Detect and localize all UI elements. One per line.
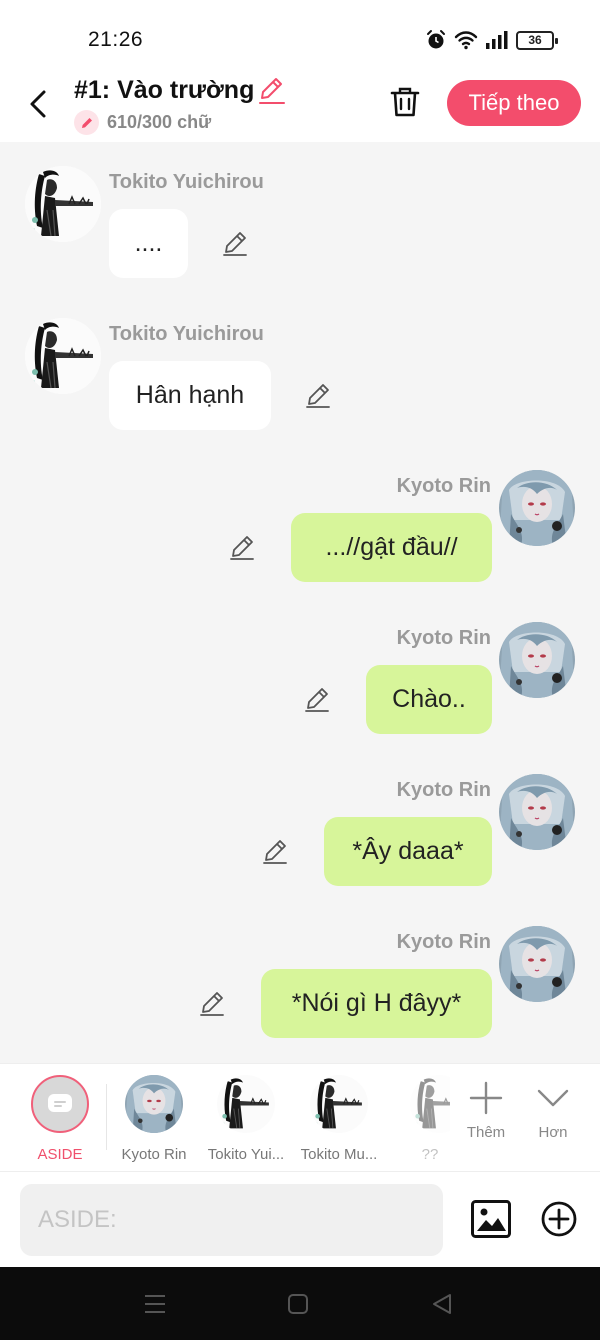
alarm-icon bbox=[427, 30, 445, 49]
wifi-icon bbox=[454, 31, 478, 50]
chapter-title: #1: Vào trường bbox=[74, 76, 255, 104]
sender-name: Kyoto Rin bbox=[396, 627, 491, 649]
chevron-down-icon bbox=[537, 1089, 569, 1107]
avatar[interactable] bbox=[499, 470, 575, 546]
word-count-row: 610/300 chữ bbox=[74, 110, 211, 135]
avatar[interactable] bbox=[499, 926, 575, 1002]
status-bar: 21:26 36 bbox=[0, 0, 600, 72]
avatar[interactable] bbox=[25, 318, 101, 394]
menu-icon bbox=[145, 1295, 165, 1313]
plus-icon bbox=[469, 1081, 503, 1115]
picker-item-label: Tokito Mu... bbox=[300, 1146, 378, 1163]
input-bar bbox=[0, 1171, 600, 1267]
avatar bbox=[217, 1075, 275, 1133]
more-label: Thêm bbox=[466, 1124, 506, 1141]
sender-name: Kyoto Rin bbox=[396, 475, 491, 497]
home-nav-button[interactable] bbox=[283, 1289, 313, 1319]
chat-area[interactable]: Tokito Yuichirou .... Tokito Yuichirou H… bbox=[0, 142, 600, 1063]
battery-icon: 36 bbox=[516, 30, 558, 50]
message-bubble[interactable]: *Nói gì H đâyy* bbox=[261, 969, 492, 1038]
picker-item-label: ?? bbox=[421, 1146, 439, 1163]
expand-button[interactable]: Hơn bbox=[530, 1064, 576, 1172]
status-icons: 36 bbox=[425, 28, 558, 52]
system-nav-bar bbox=[0, 1267, 600, 1340]
plus-circle-icon bbox=[541, 1201, 577, 1237]
home-square-icon bbox=[288, 1294, 308, 1314]
add-button[interactable] bbox=[540, 1200, 578, 1238]
back-nav-button[interactable] bbox=[427, 1289, 457, 1319]
message-bubble[interactable]: ...//gật đầu// bbox=[291, 513, 492, 582]
chevron-left-icon bbox=[30, 90, 46, 118]
message-bubble[interactable]: *Ây daaa* bbox=[324, 817, 492, 886]
sender-name: Tokito Yuichirou bbox=[109, 171, 264, 193]
aside-icon bbox=[31, 1075, 89, 1133]
picker-item-tokito-mu[interactable]: Tokito Mu... bbox=[299, 1064, 379, 1172]
edit-message-icon[interactable] bbox=[260, 836, 290, 866]
message-bubble[interactable]: Hân hạnh bbox=[109, 361, 271, 430]
sender-name: Tokito Yuichirou bbox=[109, 323, 264, 345]
picker-item-tokito-yui[interactable]: Tokito Yui... bbox=[206, 1064, 286, 1172]
sender-name: Kyoto Rin bbox=[396, 779, 491, 801]
triangle-back-icon bbox=[433, 1294, 451, 1314]
word-count: 610/300 chữ bbox=[107, 112, 212, 132]
picker-item-label: Tokito Yui... bbox=[207, 1146, 285, 1163]
delete-button[interactable] bbox=[386, 82, 424, 122]
menu-nav-button[interactable] bbox=[140, 1289, 170, 1319]
avatar bbox=[410, 1075, 450, 1133]
signal-icon bbox=[486, 31, 508, 49]
next-button[interactable]: Tiếp theo bbox=[447, 80, 581, 126]
edit-message-icon[interactable] bbox=[227, 532, 257, 562]
aside-label: ASIDE bbox=[37, 1146, 83, 1163]
message-bubble[interactable]: .... bbox=[109, 209, 188, 278]
trash-icon bbox=[390, 87, 420, 117]
more-characters-button[interactable]: Thêm bbox=[462, 1064, 510, 1172]
picker-item-aside[interactable]: ASIDE bbox=[30, 1064, 90, 1172]
edit-message-icon[interactable] bbox=[197, 988, 227, 1018]
aside-input[interactable] bbox=[20, 1184, 443, 1256]
edit-message-icon[interactable] bbox=[220, 228, 250, 258]
pencil-icon bbox=[259, 78, 285, 104]
editor-header: #1: Vào trường 610/300 chữ Tiếp theo bbox=[0, 72, 600, 142]
expand-label: Hơn bbox=[538, 1124, 568, 1141]
picker-item-label: Kyoto Rin bbox=[121, 1146, 187, 1163]
sender-name: Kyoto Rin bbox=[396, 931, 491, 953]
pencil-badge-icon bbox=[74, 110, 99, 135]
edit-title-button[interactable] bbox=[256, 76, 288, 106]
message-bubble[interactable]: Chào.. bbox=[366, 665, 492, 734]
image-icon bbox=[471, 1200, 511, 1238]
avatar[interactable] bbox=[499, 774, 575, 850]
picker-divider bbox=[106, 1084, 107, 1150]
status-time: 21:26 bbox=[88, 28, 144, 51]
back-button[interactable] bbox=[22, 84, 54, 124]
avatar bbox=[125, 1075, 183, 1133]
insert-image-button[interactable] bbox=[470, 1199, 512, 1239]
edit-message-icon[interactable] bbox=[303, 380, 333, 410]
edit-message-icon[interactable] bbox=[302, 684, 332, 714]
avatar[interactable] bbox=[25, 166, 101, 242]
avatar[interactable] bbox=[499, 622, 575, 698]
picker-item-unknown[interactable]: ?? bbox=[410, 1064, 450, 1172]
character-picker: ASIDE Kyoto Rin Tokito Yui... Tokito Mu.… bbox=[0, 1063, 600, 1171]
picker-item-kyoto-rin[interactable]: Kyoto Rin bbox=[118, 1064, 190, 1172]
avatar bbox=[310, 1075, 368, 1133]
